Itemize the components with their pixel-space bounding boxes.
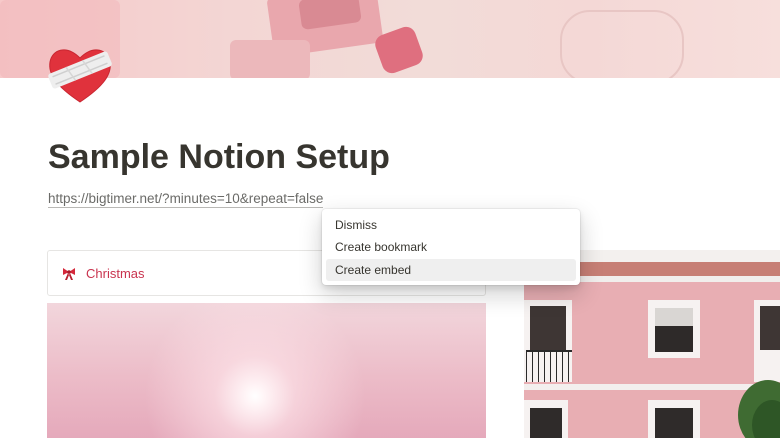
cover-decoration — [560, 10, 684, 78]
window — [530, 306, 566, 350]
pasted-url-link[interactable]: https://bigtimer.net/?minutes=10&repeat=… — [48, 190, 324, 208]
pink-sky-image[interactable] — [47, 303, 486, 438]
paste-options-menu: Dismiss Create bookmark Create embed — [322, 209, 580, 285]
dismiss-menu-item[interactable]: Dismiss — [326, 214, 576, 236]
page-title[interactable]: Sample Notion Setup — [48, 138, 390, 177]
balcony-railing — [526, 350, 572, 382]
card-label: Christmas — [86, 266, 145, 281]
cover-image[interactable] — [0, 0, 780, 78]
window-shutter — [655, 308, 693, 326]
window — [655, 408, 693, 438]
cornice — [524, 384, 780, 390]
cover-decoration — [230, 40, 310, 78]
create-embed-menu-item[interactable]: Create embed — [326, 259, 576, 281]
window — [760, 306, 780, 350]
window — [530, 408, 562, 438]
ribbon-bow-icon — [61, 265, 77, 281]
heart-bandage-icon[interactable] — [46, 44, 114, 106]
create-bookmark-menu-item[interactable]: Create bookmark — [326, 236, 576, 258]
